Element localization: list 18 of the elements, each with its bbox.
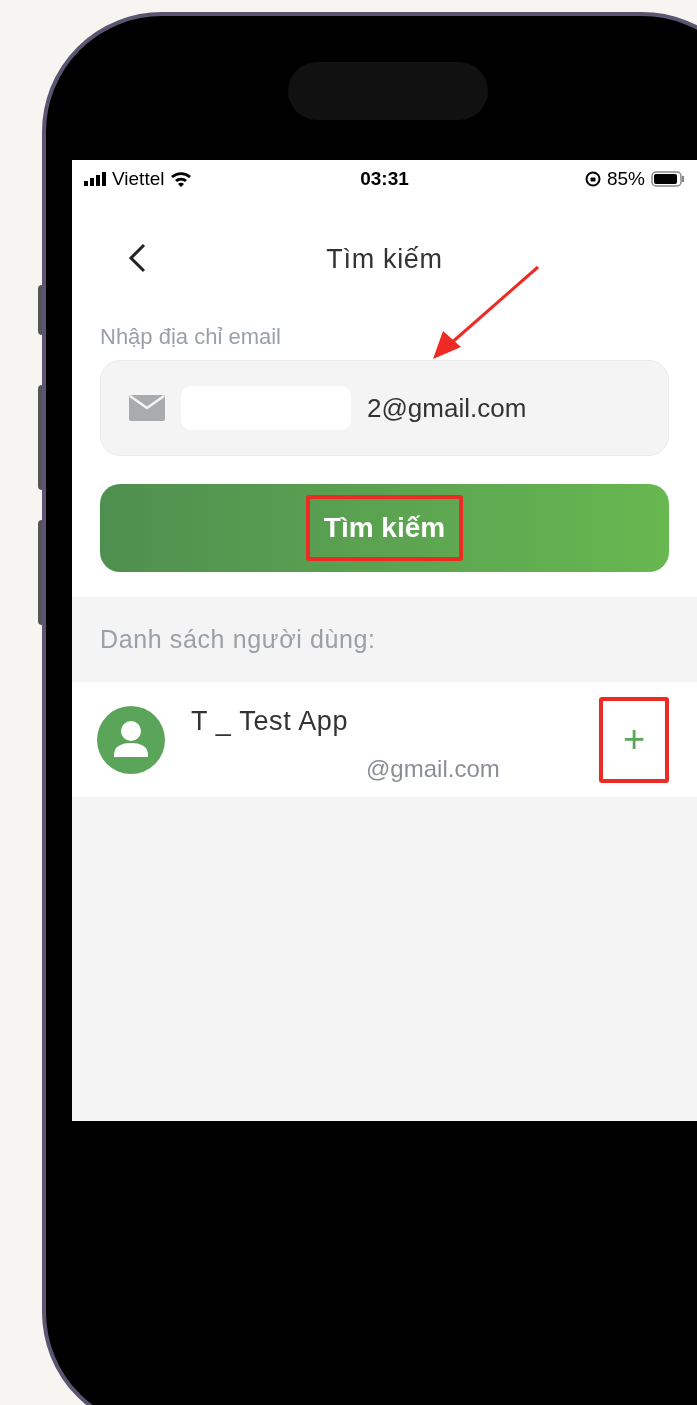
signal-icon	[84, 172, 106, 186]
battery-percent: 85%	[606, 166, 645, 191]
list-heading: Danh sách người dùng:	[100, 623, 376, 655]
email-value: 2@gmail.com	[367, 391, 527, 425]
field-label: Nhập địa chỉ email	[100, 323, 282, 351]
carrier-name: Viettel	[112, 166, 165, 191]
add-button[interactable]: +	[599, 696, 669, 783]
avatar-icon	[97, 705, 165, 774]
envelope-icon	[129, 395, 165, 421]
user-name: T _ Test App	[191, 704, 349, 738]
wifi-icon	[170, 171, 193, 187]
search-button[interactable]: Tìm kiếm	[100, 484, 669, 572]
back-chevron-icon	[128, 243, 146, 273]
battery-icon	[651, 171, 685, 187]
screen-title: Tìm kiếm	[326, 242, 443, 276]
orientation-lock-icon	[584, 171, 601, 187]
clock-time: 03:31	[360, 166, 409, 191]
user-email: @gmail.com	[366, 753, 500, 784]
